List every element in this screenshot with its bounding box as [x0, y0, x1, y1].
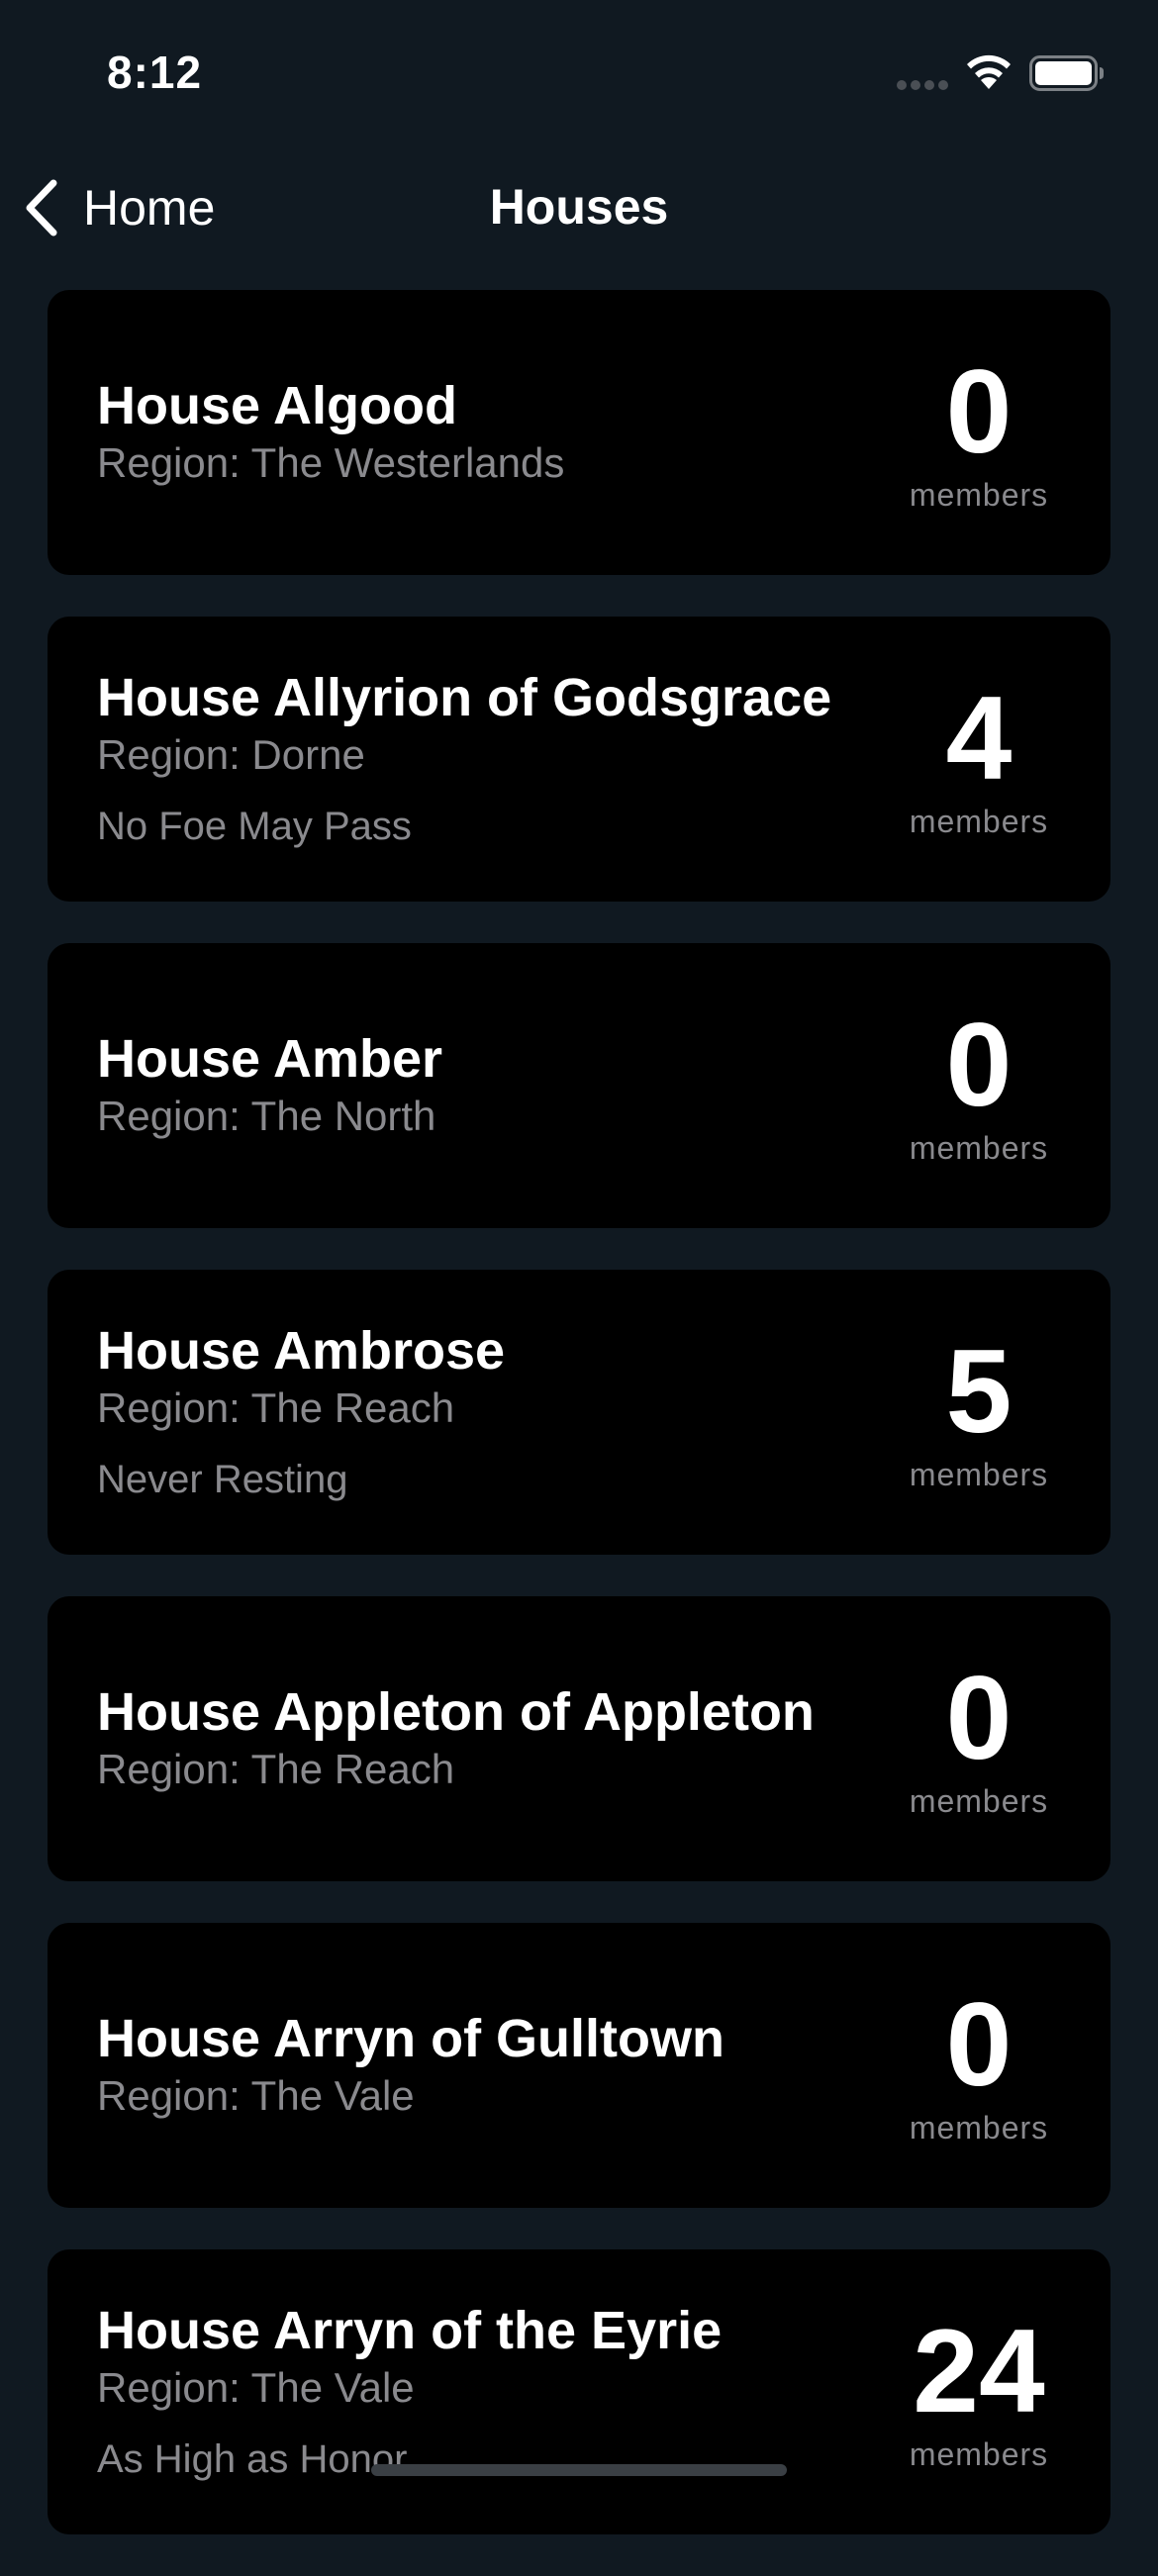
house-name: House Ambrose — [97, 1321, 506, 1381]
member-count-value: 0 — [945, 998, 1013, 1131]
page-title: Houses — [489, 179, 669, 235]
member-count: 0 members — [895, 1596, 1063, 1881]
member-count: 0 members — [895, 1923, 1063, 2208]
battery-icon — [1029, 55, 1104, 91]
house-info: House Arryn of the Eyrie Region: The Val… — [97, 2249, 889, 2534]
house-region: Region: The Reach — [97, 1746, 455, 1792]
house-region: Region: The Reach — [97, 1384, 455, 1431]
wifi-icon — [967, 54, 1011, 89]
house-card[interactable]: House Algood Region: The Westerlands 0 m… — [48, 290, 1110, 575]
member-count-label: members — [909, 2109, 1049, 2146]
house-card[interactable]: House Arryn of Gulltown Region: The Vale… — [48, 1923, 1110, 2208]
home-indicator[interactable] — [371, 2464, 787, 2476]
house-card[interactable]: House Arryn of the Eyrie Region: The Val… — [48, 2249, 1110, 2534]
house-words: As High as Honor — [97, 2437, 408, 2481]
member-count: 0 members — [895, 943, 1063, 1228]
house-region: Region: The Vale — [97, 2072, 415, 2119]
member-count-label: members — [909, 1456, 1049, 1492]
house-words: Never Resting — [97, 1458, 348, 1501]
member-count: 5 members — [895, 1270, 1063, 1555]
house-info: House Algood Region: The Westerlands — [97, 290, 889, 575]
house-region: Region: The North — [97, 1093, 436, 1139]
status-time: 8:12 — [107, 47, 203, 98]
member-count: 0 members — [895, 290, 1063, 575]
house-name: House Amber — [97, 1029, 443, 1089]
member-count-label: members — [909, 1782, 1049, 1819]
house-name: House Arryn of the Eyrie — [97, 2301, 723, 2360]
house-name: House Allyrion of Godsgrace — [97, 668, 832, 727]
house-region: Region: Dorne — [97, 731, 365, 778]
house-region: Region: The Vale — [97, 2364, 415, 2411]
house-info: House Appleton of Appleton Region: The R… — [97, 1596, 889, 1881]
status-bar: 8:12 — [0, 0, 1158, 148]
member-count-label: members — [909, 803, 1049, 839]
house-words: No Foe May Pass — [97, 805, 412, 848]
member-count-value: 4 — [945, 671, 1013, 805]
member-count-label: members — [909, 476, 1049, 513]
house-name: House Arryn of Gulltown — [97, 2009, 724, 2068]
house-card[interactable]: House Appleton of Appleton Region: The R… — [48, 1596, 1110, 1881]
house-info: House Arryn of Gulltown Region: The Vale — [97, 1923, 889, 2208]
house-region: Region: The Westerlands — [97, 439, 565, 486]
member-count-label: members — [909, 2435, 1049, 2472]
house-info: House Ambrose Region: The Reach Never Re… — [97, 1270, 889, 1555]
member-count-label: members — [909, 1129, 1049, 1166]
navigation-bar: Home Houses — [0, 158, 1158, 257]
house-name: House Algood — [97, 376, 457, 435]
member-count-value: 0 — [945, 1977, 1013, 2111]
member-count-value: 24 — [913, 2304, 1045, 2437]
house-name: House Appleton of Appleton — [97, 1682, 815, 1742]
house-info: House Amber Region: The North — [97, 943, 889, 1228]
house-card[interactable]: House Ambrose Region: The Reach Never Re… — [48, 1270, 1110, 1555]
house-card[interactable]: House Allyrion of Godsgrace Region: Dorn… — [48, 617, 1110, 902]
house-info: House Allyrion of Godsgrace Region: Dorn… — [97, 617, 889, 902]
member-count-value: 0 — [945, 1651, 1013, 1784]
house-card[interactable]: House Amber Region: The North 0 members — [48, 943, 1110, 1228]
member-count-value: 5 — [945, 1324, 1013, 1458]
member-count: 24 members — [895, 2249, 1063, 2534]
cellular-signal-icon — [897, 80, 948, 90]
member-count-value: 0 — [945, 344, 1013, 478]
member-count: 4 members — [895, 617, 1063, 902]
house-list: House Algood Region: The Westerlands 0 m… — [48, 290, 1110, 2576]
